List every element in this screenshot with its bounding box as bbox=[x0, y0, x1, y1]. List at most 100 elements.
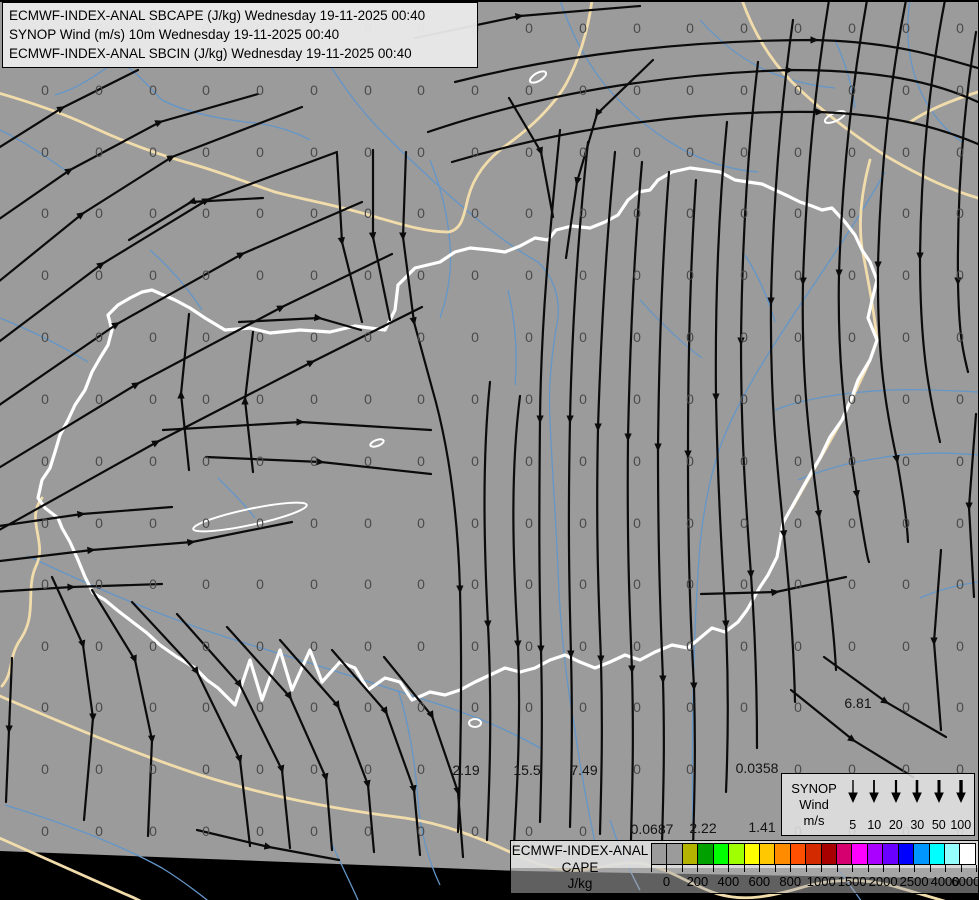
zero-value-label: 0 bbox=[740, 391, 748, 407]
zero-value-label: 0 bbox=[149, 823, 157, 839]
colorbar-tick bbox=[681, 865, 683, 872]
colorbar-tick bbox=[883, 865, 885, 872]
zero-value-label: 0 bbox=[95, 823, 103, 839]
zero-value-label: 0 bbox=[848, 267, 856, 283]
zero-value-label: 0 bbox=[902, 20, 910, 36]
zero-value-label: 0 bbox=[202, 205, 210, 221]
wind-speed-scale: 5 10 20 30 50 100 bbox=[842, 774, 974, 835]
wind-speed-value: 20 bbox=[888, 818, 903, 832]
station-value-label: 2.22 bbox=[689, 820, 716, 836]
cape-colorbar-ticks bbox=[651, 865, 977, 872]
colorbar-tick bbox=[743, 865, 745, 872]
zero-value-label: 0 bbox=[686, 761, 694, 777]
colorbar-value: 6000 bbox=[951, 874, 979, 889]
zero-value-label: 0 bbox=[364, 638, 372, 654]
zero-value-label: 0 bbox=[525, 82, 533, 98]
zero-value-label: 0 bbox=[149, 82, 157, 98]
zero-value-label: 0 bbox=[364, 761, 372, 777]
zero-value-label: 0 bbox=[364, 699, 372, 715]
zero-value-label: 0 bbox=[471, 638, 479, 654]
colorbar-tick bbox=[960, 865, 962, 872]
zero-value-label: 0 bbox=[95, 267, 103, 283]
zero-value-label: 0 bbox=[633, 144, 641, 160]
zero-value-label: 0 bbox=[149, 391, 157, 407]
zero-value-label: 0 bbox=[794, 20, 802, 36]
zero-value-label: 0 bbox=[41, 761, 49, 777]
zero-value-label: 0 bbox=[794, 515, 802, 531]
wind-speed-legend: SYNOP Wind m/s 5 10 20 30 50 100 bbox=[781, 773, 975, 836]
zero-value-label: 0 bbox=[256, 391, 264, 407]
zero-value-label: 0 bbox=[95, 329, 103, 345]
zero-value-label: 0 bbox=[902, 638, 910, 654]
colorbar-cell bbox=[697, 843, 714, 865]
colorbar-value: 200 bbox=[686, 874, 709, 889]
zero-value-label: 0 bbox=[41, 391, 49, 407]
zero-value-label: 0 bbox=[95, 761, 103, 777]
zero-value-label: 0 bbox=[902, 205, 910, 221]
zero-value-label: 0 bbox=[471, 205, 479, 221]
zero-value-label: 0 bbox=[364, 267, 372, 283]
zero-value-label: 0 bbox=[310, 638, 318, 654]
zero-value-label: 0 bbox=[579, 329, 587, 345]
zero-value-label: 0 bbox=[794, 82, 802, 98]
zero-value-label: 0 bbox=[848, 638, 856, 654]
zero-value-label: 0 bbox=[525, 823, 533, 839]
colorbar-cell bbox=[774, 843, 791, 865]
zero-value-label: 0 bbox=[794, 453, 802, 469]
zero-value-label: 0 bbox=[686, 205, 694, 221]
colorbar-tick bbox=[774, 865, 776, 872]
zero-value-label: 0 bbox=[417, 205, 425, 221]
zero-value-label: 0 bbox=[633, 515, 641, 531]
country-border bbox=[36, 70, 879, 728]
wind-streamlines bbox=[0, 0, 979, 862]
zero-value-label: 0 bbox=[902, 576, 910, 592]
zero-value-label: 0 bbox=[41, 699, 49, 715]
colorbar-cell bbox=[651, 843, 668, 865]
zero-value-label: 0 bbox=[310, 205, 318, 221]
zero-value-label: 0 bbox=[41, 453, 49, 469]
zero-value-label: 0 bbox=[686, 144, 694, 160]
cape-colorbar-values: 0 200 400 600 800 1000 1500 2000 2500 4000 6000 bbox=[651, 874, 979, 890]
zero-value-label: 0 bbox=[794, 699, 802, 715]
zero-value-label: 0 bbox=[686, 699, 694, 715]
zero-value-label: 0 bbox=[633, 267, 641, 283]
weather-map: 0 0 0 0 0 0 0 0 0 0 0 0 0 0 0 0 0 0 0 0 0 0 0 0 0 0 0 0 0 0 0 0 0 0 0 0 0 0 0 0… bbox=[0, 0, 979, 900]
zero-value-label: 0 bbox=[579, 515, 587, 531]
zero-value-label: 0 bbox=[848, 82, 856, 98]
zero-value-label: 0 bbox=[95, 391, 103, 407]
zero-value-label: 0 bbox=[525, 515, 533, 531]
zero-value-label: 0 bbox=[364, 205, 372, 221]
zero-value-label: 0 bbox=[740, 638, 748, 654]
zero-value-label: 0 bbox=[956, 82, 964, 98]
zero-value-label: 0 bbox=[848, 144, 856, 160]
zero-value-label: 0 bbox=[256, 205, 264, 221]
zero-value-label: 0 bbox=[740, 205, 748, 221]
colorbar-tick bbox=[712, 865, 714, 872]
zero-value-label: 0 bbox=[310, 267, 318, 283]
colorbar-cell bbox=[728, 843, 745, 865]
zero-value-label: 0 bbox=[956, 267, 964, 283]
zero-value-label: 0 bbox=[149, 761, 157, 777]
zero-value-label: 0 bbox=[579, 638, 587, 654]
zero-value-label: 0 bbox=[364, 515, 372, 531]
zero-value-label: 0 bbox=[633, 82, 641, 98]
zero-value-label: 0 bbox=[310, 391, 318, 407]
zero-value-label: 0 bbox=[95, 638, 103, 654]
zero-value-label: 0 bbox=[740, 20, 748, 36]
zero-value-label: 0 bbox=[794, 144, 802, 160]
zero-value-label: 0 bbox=[471, 699, 479, 715]
zero-value-label: 0 bbox=[579, 82, 587, 98]
zero-value-label: 0 bbox=[525, 699, 533, 715]
zero-value-label: 0 bbox=[902, 391, 910, 407]
zero-value-label: 0 bbox=[525, 205, 533, 221]
zero-value-label: 0 bbox=[956, 699, 964, 715]
zero-value-label: 0 bbox=[794, 576, 802, 592]
zero-value-label: 0 bbox=[740, 144, 748, 160]
colorbar-cell bbox=[681, 843, 699, 865]
zero-value-label: 0 bbox=[364, 453, 372, 469]
zero-value-label: 0 bbox=[525, 329, 533, 345]
zero-value-label: 0 bbox=[902, 329, 910, 345]
zero-value-label: 0 bbox=[256, 144, 264, 160]
station-value-label: 1.41 bbox=[748, 819, 775, 835]
zero-value-label: 0 bbox=[149, 205, 157, 221]
